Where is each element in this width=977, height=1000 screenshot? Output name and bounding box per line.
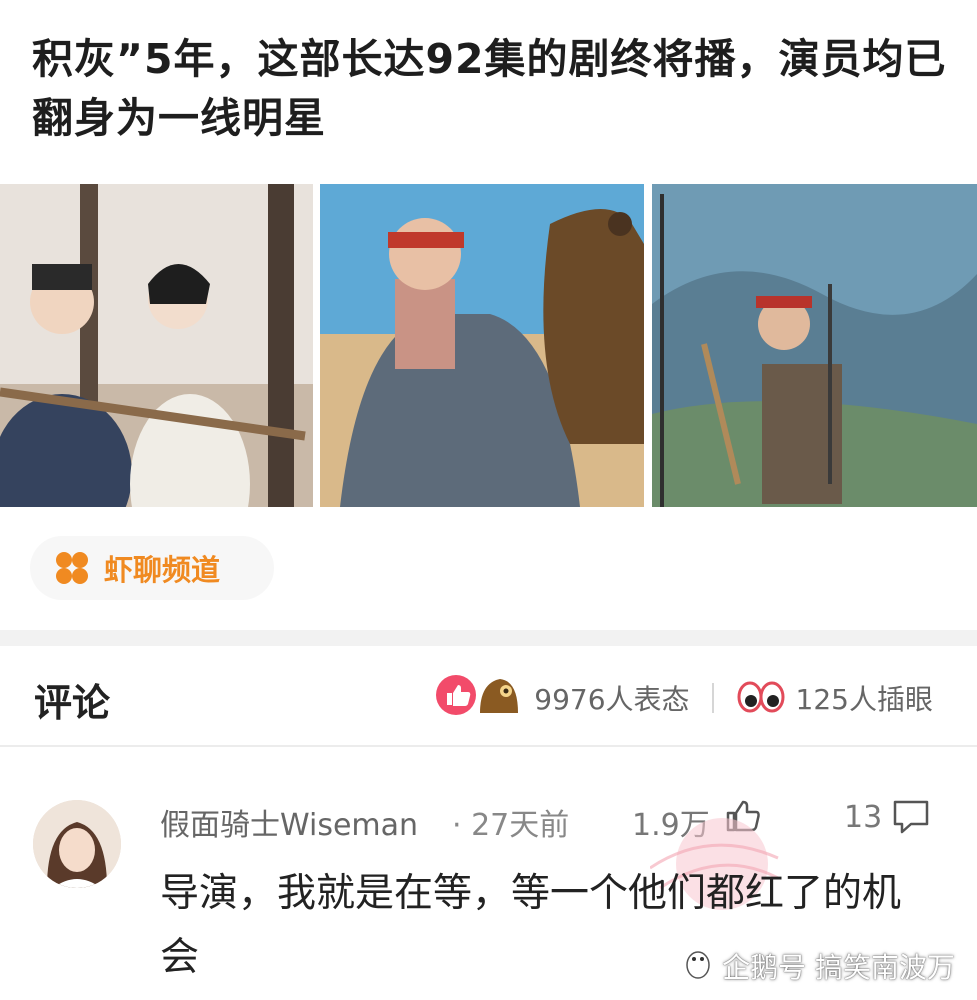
section-divider: [0, 630, 977, 646]
eyes-icon: [736, 675, 786, 722]
photo-mountain-archer[interactable]: [652, 184, 977, 507]
comment-reply-icon[interactable]: [890, 796, 932, 840]
comments-divider: [0, 745, 977, 747]
photo-eagle-warrior[interactable]: [320, 184, 644, 507]
reactions-count[interactable]: 9976人表态: [534, 678, 689, 718]
reply-count: 13: [844, 800, 883, 835]
pokes-count[interactable]: 125人插眼: [796, 678, 933, 718]
penguin-icon: [682, 947, 714, 986]
four-petal-icon: [54, 550, 90, 586]
comments-heading: 评论: [34, 681, 111, 725]
photo-duo-armor[interactable]: [0, 184, 313, 507]
channel-name: 虾聊频道: [104, 553, 221, 587]
channel-tag[interactable]: 虾聊频道: [30, 536, 274, 600]
doge-reaction-icon: [476, 673, 522, 724]
comment-username[interactable]: 假面骑士Wiseman: [160, 800, 418, 844]
comment-timestamp: · 27天前: [452, 808, 570, 843]
article-title[interactable]: 积灰”5年，这部长达92集的剧终将播，演员均已翻身为一线明星: [32, 30, 952, 148]
reaction-stats: 9976人表态 125人插眼: [436, 672, 933, 724]
image-gallery[interactable]: [0, 184, 977, 507]
watermark-text: 企鹅号 搞笑南波万: [722, 951, 955, 984]
avatar[interactable]: [33, 800, 121, 888]
watermark: 企鹅号 搞笑南波万: [682, 946, 955, 986]
stats-separator: [711, 683, 714, 713]
